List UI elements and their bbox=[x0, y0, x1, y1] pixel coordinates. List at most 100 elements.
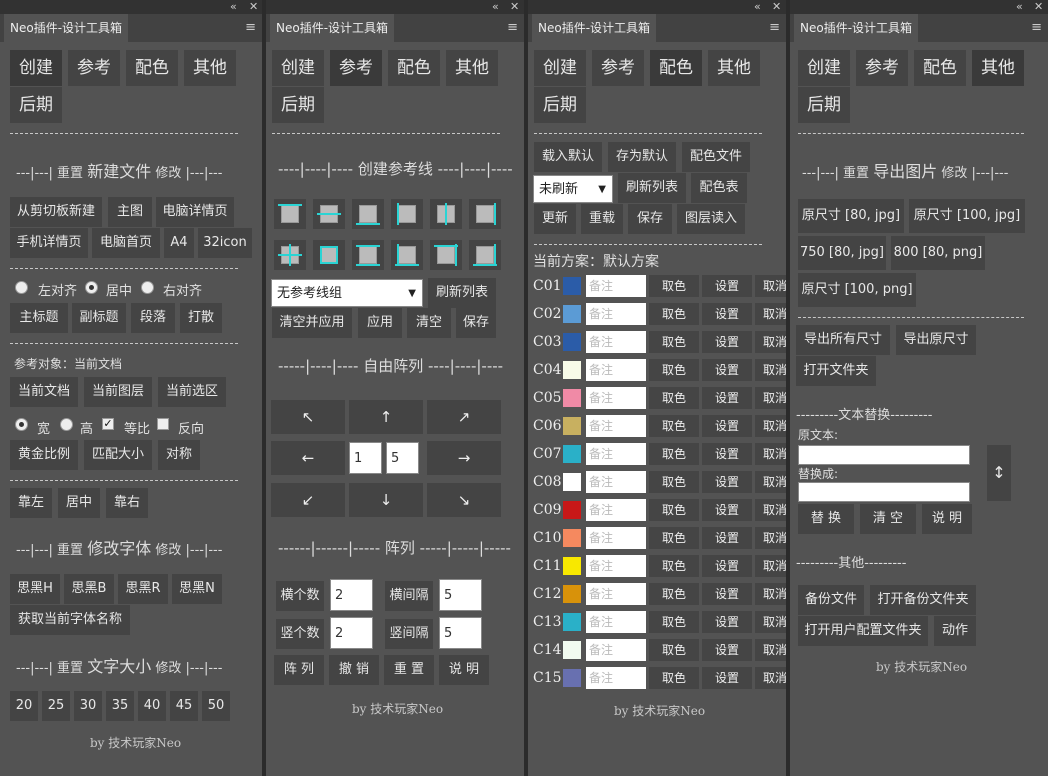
edit-link[interactable]: 修改 bbox=[155, 661, 181, 676]
collapse-icon[interactable]: « bbox=[1016, 0, 1023, 14]
close-icon[interactable]: ✕ bbox=[1034, 0, 1043, 14]
menu-icon[interactable]: ≡ bbox=[245, 21, 256, 35]
color-note-input[interactable]: 备注 bbox=[586, 527, 646, 549]
replace-button[interactable]: 替 换 bbox=[798, 504, 854, 534]
reset-link[interactable]: 重置 bbox=[57, 543, 83, 558]
guide-bottom-icon[interactable] bbox=[352, 199, 384, 229]
reset-button[interactable]: 重 置 bbox=[384, 655, 434, 685]
color-note-input[interactable]: 备注 bbox=[586, 331, 646, 353]
clear-apply-button[interactable]: 清空并应用 bbox=[272, 308, 352, 338]
export-all-sizes-button[interactable]: 导出所有尺寸 bbox=[796, 325, 890, 355]
set-color-button[interactable]: 设置 bbox=[702, 667, 752, 689]
color-note-input[interactable]: 备注 bbox=[586, 359, 646, 381]
font-r-button[interactable]: 思黑R bbox=[118, 574, 168, 604]
open-folder-button[interactable]: 打开文件夹 bbox=[796, 356, 876, 386]
close-icon[interactable]: ✕ bbox=[772, 0, 781, 14]
rows-gap-input[interactable]: 5 bbox=[439, 617, 482, 649]
pick-color-button[interactable]: 取色 bbox=[649, 443, 699, 465]
tab-create[interactable]: 创建 bbox=[534, 50, 586, 86]
menu-icon[interactable]: ≡ bbox=[507, 21, 518, 35]
pick-color-button[interactable]: 取色 bbox=[649, 611, 699, 633]
tab-colors[interactable]: 配色 bbox=[650, 50, 702, 86]
set-color-button[interactable]: 设置 bbox=[702, 359, 752, 381]
cancel-color-button[interactable]: 取消 bbox=[755, 639, 786, 661]
apply-button[interactable]: 应用 bbox=[358, 308, 402, 338]
size-50-button[interactable]: 50 bbox=[202, 691, 230, 721]
tab-other[interactable]: 其他 bbox=[708, 50, 760, 86]
pc-detail-button[interactable]: 电脑详情页 bbox=[156, 197, 234, 227]
collapse-icon[interactable]: « bbox=[230, 0, 237, 14]
ref-selection-button[interactable]: 当前选区 bbox=[158, 377, 226, 407]
pick-color-button[interactable]: 取色 bbox=[649, 639, 699, 661]
size-40-button[interactable]: 40 bbox=[138, 691, 166, 721]
guide-top-bottom-icon[interactable] bbox=[352, 240, 384, 270]
set-color-button[interactable]: 设置 bbox=[702, 639, 752, 661]
tab-reference[interactable]: 参考 bbox=[330, 50, 382, 86]
guide-middle-horizontal-icon[interactable] bbox=[313, 199, 345, 229]
tab-reference[interactable]: 参考 bbox=[68, 50, 120, 86]
arrow-up-left-icon[interactable]: ↖ bbox=[271, 400, 345, 434]
color-swatch[interactable] bbox=[563, 613, 581, 631]
golden-ratio-button[interactable]: 黄金比例 bbox=[10, 440, 78, 470]
tab-create[interactable]: 创建 bbox=[272, 50, 324, 86]
array-count-input[interactable]: 1 bbox=[349, 442, 382, 474]
color-swatch[interactable] bbox=[563, 557, 581, 575]
size-35-button[interactable]: 35 bbox=[106, 691, 134, 721]
close-icon[interactable]: ✕ bbox=[249, 0, 258, 14]
clear-button[interactable]: 清空 bbox=[407, 308, 451, 338]
export-orig-size-button[interactable]: 导出原尺寸 bbox=[896, 325, 976, 355]
guide-cross-icon[interactable] bbox=[274, 240, 306, 270]
edit-link[interactable]: 修改 bbox=[941, 166, 967, 181]
mobile-detail-button[interactable]: 手机详情页 bbox=[10, 228, 88, 258]
color-swatch[interactable] bbox=[563, 585, 581, 603]
actions-button[interactable]: 动作 bbox=[934, 616, 976, 646]
guide-right-icon[interactable] bbox=[469, 199, 501, 229]
color-note-input[interactable]: 备注 bbox=[586, 667, 646, 689]
font-h-button[interactable]: 思黑H bbox=[10, 574, 60, 604]
color-swatch[interactable] bbox=[563, 361, 581, 379]
set-color-button[interactable]: 设置 bbox=[702, 275, 752, 297]
cancel-color-button[interactable]: 取消 bbox=[755, 331, 786, 353]
symmetry-button[interactable]: 对称 bbox=[158, 440, 200, 470]
save-button[interactable]: 保存 bbox=[456, 308, 496, 338]
pick-color-button[interactable]: 取色 bbox=[649, 499, 699, 521]
align-center-button[interactable]: 居中 bbox=[58, 488, 100, 518]
size-30-button[interactable]: 30 bbox=[74, 691, 102, 721]
panel-title-tab[interactable]: Neo插件-设计工具箱 bbox=[270, 14, 395, 42]
color-swatch[interactable] bbox=[563, 417, 581, 435]
backup-file-button[interactable]: 备份文件 bbox=[798, 585, 864, 615]
color-swatch[interactable] bbox=[563, 473, 581, 491]
cancel-color-button[interactable]: 取消 bbox=[755, 275, 786, 297]
array-gap-input[interactable]: 5 bbox=[386, 442, 419, 474]
close-icon[interactable]: ✕ bbox=[510, 0, 519, 14]
cancel-color-button[interactable]: 取消 bbox=[755, 667, 786, 689]
cancel-color-button[interactable]: 取消 bbox=[755, 303, 786, 325]
save-button[interactable]: 保存 bbox=[628, 204, 672, 234]
proportional-checkbox[interactable]: ✓ bbox=[102, 418, 114, 430]
menu-icon[interactable]: ≡ bbox=[1031, 21, 1042, 35]
menu-icon[interactable]: ≡ bbox=[769, 21, 780, 35]
reset-link[interactable]: 重置 bbox=[843, 166, 869, 181]
panel-title-tab[interactable]: Neo插件-设计工具箱 bbox=[532, 14, 657, 42]
save-default-button[interactable]: 存为默认 bbox=[608, 142, 676, 172]
pick-color-button[interactable]: 取色 bbox=[649, 331, 699, 353]
set-color-button[interactable]: 设置 bbox=[702, 499, 752, 521]
pick-color-button[interactable]: 取色 bbox=[649, 387, 699, 409]
replace-text-input[interactable] bbox=[798, 482, 970, 502]
color-swatch[interactable] bbox=[563, 641, 581, 659]
color-note-input[interactable]: 备注 bbox=[586, 555, 646, 577]
cols-gap-input[interactable]: 5 bbox=[439, 579, 482, 611]
guide-middle-vertical-icon[interactable] bbox=[430, 199, 462, 229]
arrow-down-icon[interactable]: ↓ bbox=[349, 483, 423, 517]
pick-color-button[interactable]: 取色 bbox=[649, 527, 699, 549]
color-note-input[interactable]: 备注 bbox=[586, 639, 646, 661]
refresh-state-select[interactable]: 未刷新 ▼ bbox=[533, 175, 613, 203]
guide-frame-icon[interactable] bbox=[313, 240, 345, 270]
color-note-input[interactable]: 备注 bbox=[586, 275, 646, 297]
arrow-down-right-icon[interactable]: ↘ bbox=[427, 483, 501, 517]
icon32-button[interactable]: 32icon bbox=[198, 228, 252, 258]
color-note-input[interactable]: 备注 bbox=[586, 611, 646, 633]
update-button[interactable]: 更新 bbox=[534, 204, 576, 234]
set-color-button[interactable]: 设置 bbox=[702, 527, 752, 549]
pick-color-button[interactable]: 取色 bbox=[649, 275, 699, 297]
